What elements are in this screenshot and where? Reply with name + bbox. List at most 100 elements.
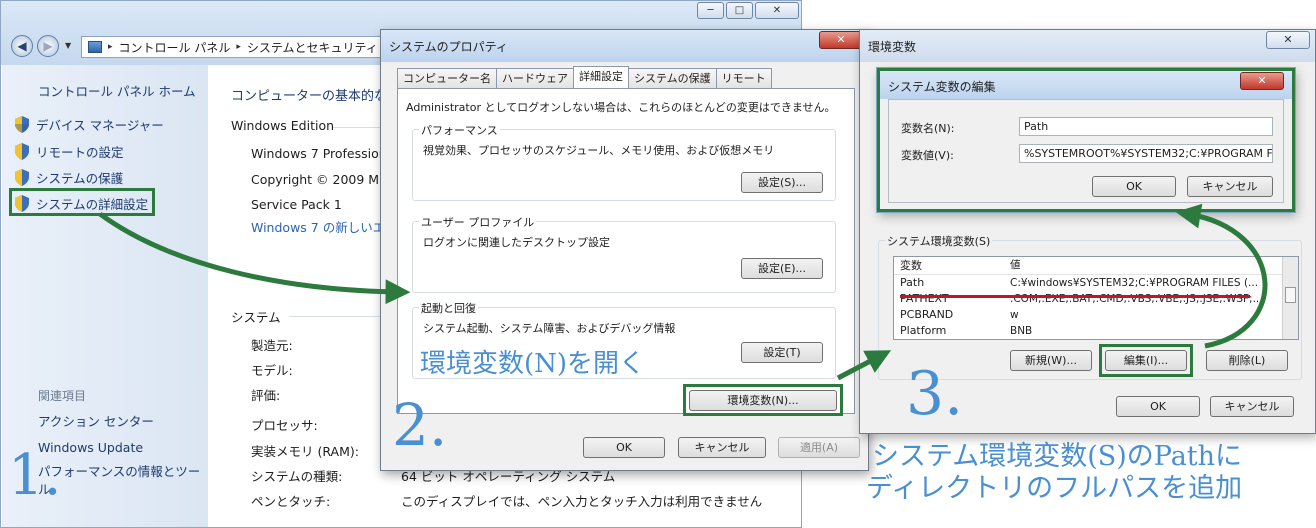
sidebar-item-label: システムの保護 [36, 171, 124, 186]
variable-value-label: 変数値(V): [901, 149, 954, 162]
edition-heading: Windows Edition [231, 118, 335, 133]
list-item[interactable]: PATHEXT .COM;.EXE;.BAT;.CMD;.VBS;.VBE;.J… [894, 291, 1298, 307]
edition-line: Service Pack 1 [251, 197, 342, 212]
tab-system-protection[interactable]: システムの保護 [628, 68, 717, 88]
chevron-right-icon: ▸ [108, 42, 113, 52]
shield-icon [15, 169, 29, 186]
edition-link[interactable]: Windows 7 の新しいエ [251, 217, 385, 236]
variable-value-field[interactable]: %SYSTEMROOT%¥SYSTEM32;C:¥PROGRAM FILE [1019, 144, 1273, 163]
pen-touch-value: このディスプレイでは、ペン入力とタッチ入力は利用できません [401, 494, 763, 509]
user-profile-group: ユーザー プロファイル ログオンに関連したデスクトップ設定 設定(E)... [412, 214, 836, 293]
cancel-button[interactable]: キャンセル [1187, 176, 1273, 197]
title-bar: システム変数の編集 ✕ [880, 71, 1292, 99]
apply-button[interactable]: 適用(A) [778, 437, 860, 458]
shield-icon [15, 116, 29, 133]
tab-advanced[interactable]: 詳細設定 [573, 66, 629, 88]
advanced-tab-panel: Administrator としてログオンしない場合は、これらのほとんどの変更は… [397, 88, 855, 416]
sidebar-item-label: リモートの設定 [36, 145, 124, 160]
chevron-right-icon: ▸ [236, 42, 241, 52]
user-profile-settings-button[interactable]: 設定(E)... [741, 258, 823, 279]
variable-name: Platform [900, 324, 947, 337]
system-heading: システム [231, 310, 281, 325]
group-description: 視覚効果、プロセッサのスケジュール、メモリ使用、および仮想メモリ [423, 144, 775, 157]
page-heading: コンピューターの基本的な情 [231, 89, 401, 104]
step-number-1: 1. [8, 443, 62, 508]
close-button[interactable]: ✕ [1266, 31, 1310, 49]
sidebar-item-label: デバイス マネージャー [36, 118, 164, 133]
group-title: システム環境変数(S) [885, 233, 993, 249]
new-button[interactable]: 新規(W)... [1010, 350, 1092, 371]
variable-value: .COM;.EXE;.BAT;.CMD;.VBS;.VBE;.JS;.JSE;.… [1010, 293, 1263, 305]
edition-line: Copyright © 2009 Micr [251, 172, 395, 187]
breadcrumb-control-panel[interactable]: コントロール パネル [119, 39, 231, 56]
cancel-button[interactable]: キャンセル [678, 437, 766, 458]
variable-value: w [1010, 309, 1019, 321]
sidebar-item-device-manager[interactable]: デバイス マネージャー [14, 115, 164, 134]
shield-icon [15, 143, 29, 160]
highlight-edit-button [1099, 344, 1193, 377]
system-label: 製造元: [251, 338, 293, 353]
window-title: システムのプロパティ [389, 40, 508, 54]
breadcrumb-system-security[interactable]: システムとセキュリティ [247, 39, 378, 56]
list-header: 変数 値 [894, 257, 1298, 275]
admin-note: Administrator としてログオンしない場合は、これらのほとんどの変更は… [406, 101, 836, 114]
related-link-performance[interactable]: パフォーマンスの情報とツール [38, 463, 206, 499]
variable-name: Path [900, 276, 925, 289]
delete-button[interactable]: 削除(L) [1206, 350, 1288, 371]
group-description: ログオンに関連したデスクトップ設定 [423, 236, 610, 249]
title-bar: 環境変数 ✕ [860, 30, 1315, 62]
system-label: システムの種類: [251, 469, 343, 484]
system-variables-list[interactable]: 変数 値 Path C:¥windows¥SYSTEM32;C:¥PROGRAM… [893, 256, 1299, 340]
sidebar-item-remote-settings[interactable]: リモートの設定 [14, 142, 124, 161]
annotation-add-path-line2: ディレクトリのフルパスを追加 [866, 473, 1243, 504]
dialog-body: 変数名(N): Path 変数値(V): %SYSTEMROOT%¥SYSTEM… [888, 99, 1284, 203]
edition-line: Windows 7 Professiona [251, 146, 395, 161]
system-label: プロセッサ: [251, 418, 318, 433]
system-label: 評価: [251, 388, 281, 403]
related-link-windows-update[interactable]: Windows Update [38, 439, 206, 457]
path-underline [900, 295, 1250, 298]
tab-computer-name[interactable]: コンピューター名 [397, 68, 497, 88]
ok-button[interactable]: OK [1092, 176, 1176, 197]
performance-settings-button[interactable]: 設定(S)... [741, 172, 823, 193]
list-item[interactable]: Path C:¥windows¥SYSTEM32;C:¥PROGRAM FILE… [894, 275, 1298, 291]
system-properties-window: システムのプロパティ ✕ コンピューター名 ハードウェア 詳細設定 システムの保… [380, 29, 869, 471]
ok-button[interactable]: OK [1116, 396, 1200, 417]
startup-settings-button[interactable]: 設定(T) [741, 342, 823, 363]
variable-name: PCBRAND [900, 308, 954, 321]
sidebar-item-system-protection[interactable]: システムの保護 [14, 168, 123, 187]
scroll-thumb[interactable] [1285, 287, 1296, 303]
step-number-2: 2. [392, 391, 448, 459]
close-button[interactable]: ✕ [755, 2, 799, 19]
cancel-button[interactable]: キャンセル [1210, 396, 1294, 417]
tab-hardware[interactable]: ハードウェア [496, 68, 574, 88]
system-label: ペンとタッチ: [251, 494, 331, 509]
history-dropdown-icon[interactable]: ▼ [65, 41, 71, 50]
group-title: ユーザー プロファイル [419, 214, 537, 230]
ok-button[interactable]: OK [583, 437, 665, 458]
group-title: 起動と回復 [419, 300, 478, 316]
list-item[interactable]: Platform BNB [894, 323, 1298, 339]
variable-name-field[interactable]: Path [1019, 117, 1273, 136]
tab-remote[interactable]: リモート [715, 68, 772, 88]
list-scrollbar[interactable] [1282, 257, 1298, 339]
performance-group: パフォーマンス 視覚効果、プロセッサのスケジュール、メモリ使用、および仮想メモリ… [412, 122, 836, 201]
group-description: システム起動、システム障害、およびデバッグ情報 [423, 322, 676, 335]
sidebar-home-link[interactable]: コントロール パネル ホーム [38, 81, 196, 100]
highlight-advanced-settings [9, 188, 155, 216]
group-title: パフォーマンス [419, 122, 500, 138]
dialog-title: システム変数の編集 [888, 80, 996, 94]
forward-icon[interactable]: ▶ [37, 35, 59, 57]
close-button[interactable]: ✕ [819, 31, 863, 49]
close-button[interactable]: ✕ [1240, 72, 1284, 90]
minimize-button[interactable]: ─ [697, 2, 724, 19]
window-title: 環境変数 [868, 40, 917, 54]
list-item[interactable]: PCBRAND w [894, 307, 1298, 323]
column-header-value[interactable]: 値 [1010, 257, 1275, 274]
related-heading: 関連項目 [38, 389, 87, 403]
maximize-button[interactable]: □ [726, 2, 753, 19]
back-icon[interactable]: ◀ [11, 35, 33, 57]
caption-buttons: ─ □ ✕ [697, 2, 799, 19]
column-header-variable[interactable]: 変数 [894, 257, 1010, 274]
related-link-action-center[interactable]: アクション センター [38, 413, 206, 431]
